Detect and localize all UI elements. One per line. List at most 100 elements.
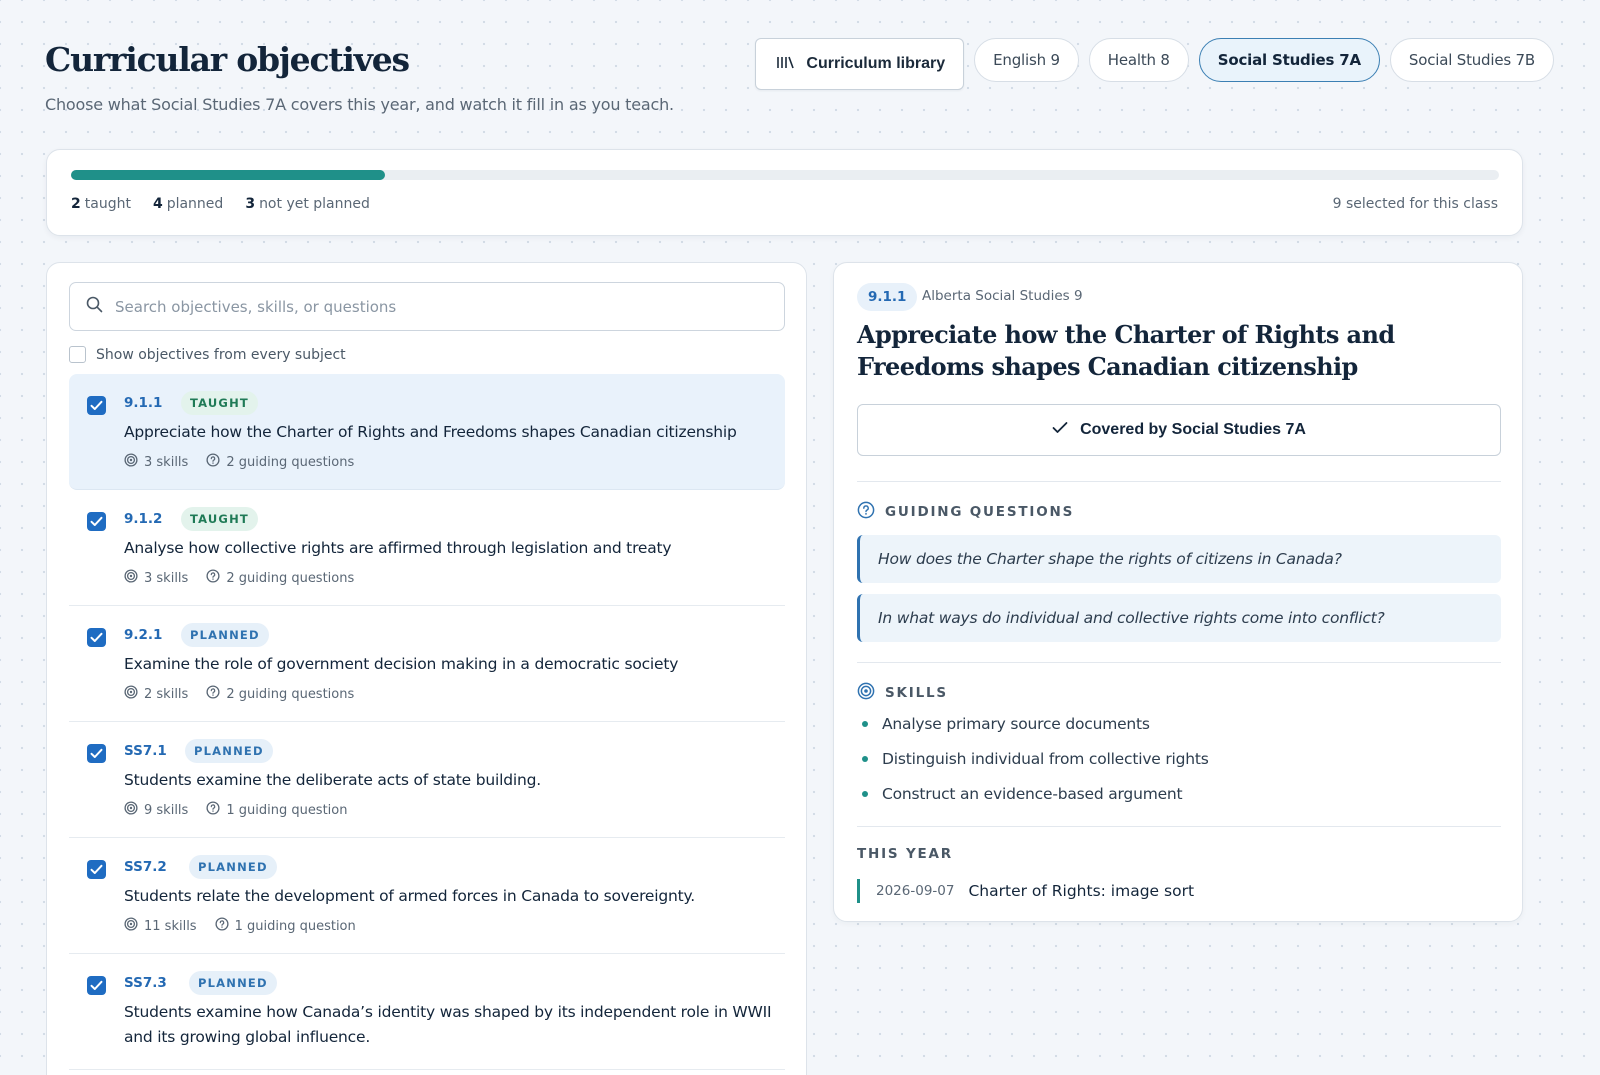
curriculum-library-button[interactable]: Curriculum library	[755, 38, 965, 90]
skill-item: Analyse primary source documents	[857, 715, 1150, 733]
objective-row[interactable]: SS7.2 PLANNED Students relate the developm…	[69, 838, 785, 954]
questions-count: 2 guiding questions	[206, 453, 354, 471]
check-icon	[1052, 421, 1068, 439]
question-circle-icon	[206, 685, 220, 703]
target-icon	[124, 685, 138, 703]
objective-code: 9.1.1	[124, 395, 163, 411]
search-input[interactable]	[115, 297, 755, 316]
objective-code: 9.1.2	[124, 511, 163, 527]
unplanned-stat: 3 not yet planned	[245, 196, 370, 212]
detail-code-badge: 9.1.1	[857, 283, 918, 311]
show-all-checkbox[interactable]	[69, 346, 86, 363]
skills-count: 3 skills	[124, 569, 188, 587]
page-subtitle: Choose what Social Studies 7A covers thi…	[45, 95, 674, 114]
objective-meta: 9 skills 1 guiding question	[124, 801, 348, 819]
year-entry-date: 2026-09-07	[876, 883, 955, 899]
bullet-dot	[862, 791, 868, 797]
target-icon	[124, 801, 138, 819]
objective-meta: 11 skills 1 guiding question	[124, 917, 356, 935]
search-icon	[86, 296, 103, 317]
objective-list-panel: Show objectives from every subject 9.1.1…	[46, 262, 807, 1075]
guiding-question: In what ways do individual and collectiv…	[857, 594, 1501, 642]
objective-checkbox[interactable]	[87, 860, 106, 879]
selected-count: 9 selected for this class	[1332, 196, 1498, 212]
year-entry-title: Charter of Rights: image sort	[968, 882, 1195, 900]
question-circle-icon	[206, 569, 220, 587]
objective-row[interactable]: 9.1.2 TAUGHT Analyse how collective rights…	[69, 490, 785, 606]
taught-stat: 2 taught	[71, 196, 131, 212]
objective-checkbox[interactable]	[87, 744, 106, 763]
skill-item: Distinguish individual from collective r…	[857, 750, 1209, 768]
divider	[857, 481, 1501, 482]
questions-count: 2 guiding questions	[206, 685, 354, 703]
detail-title: Appreciate how the Charter of Rights and…	[857, 320, 1395, 381]
progress-track	[71, 170, 1499, 180]
status-badge: PLANNED	[185, 739, 273, 763]
objective-checkbox[interactable]	[87, 396, 106, 415]
target-icon	[124, 453, 138, 471]
show-all-subjects-toggle[interactable]: Show objectives from every subject	[69, 346, 346, 363]
library-icon	[776, 54, 795, 75]
questions-count: 1 guiding question	[215, 917, 356, 935]
question-circle-icon	[215, 917, 229, 935]
skill-item: Construct an evidence-based argument	[857, 785, 1183, 803]
skills-count: 11 skills	[124, 917, 197, 935]
objective-meta: 3 skills 2 guiding questions	[124, 453, 354, 471]
objective-text: Students examine how Canada’s identity w…	[124, 1003, 772, 1046]
progress-fill	[71, 170, 386, 180]
objective-text: Analyse how collective rights are affirm…	[124, 539, 672, 557]
objective-detail-panel: 9.1.1 Alberta Social Studies 9 Appreciat…	[833, 262, 1523, 922]
class-tabs: Curriculum library English 9 Health 8 So…	[755, 38, 1554, 90]
tab-health-8[interactable]: Health 8	[1088, 38, 1189, 82]
status-badge: PLANNED	[181, 623, 269, 647]
objective-meta: 3 skills 2 guiding questions	[124, 569, 354, 587]
year-entry[interactable]: 2026-09-07 Charter of Rights: image sort	[857, 879, 1194, 903]
covered-by-button[interactable]: Covered by Social Studies 7A	[857, 404, 1501, 456]
question-circle-icon	[206, 801, 220, 819]
question-circle-icon	[857, 501, 875, 523]
objective-code: SS7.2	[124, 859, 167, 875]
search-box	[69, 282, 785, 331]
bullet-dot	[862, 721, 868, 727]
target-icon	[124, 917, 138, 935]
objective-row[interactable]: 9.2.1 PLANNED Examine the role of governme…	[69, 606, 785, 722]
objective-row[interactable]: 9.1.1 TAUGHT Appreciate how the Charter of…	[69, 374, 785, 490]
objective-text: Appreciate how the Charter of Rights and…	[124, 423, 737, 441]
objective-row[interactable]: SS7.1 PLANNED Students examine the deliber…	[69, 722, 785, 838]
objective-code: SS7.3	[124, 975, 167, 991]
guiding-questions-heading: GUIDING QUESTIONS	[857, 501, 1074, 523]
status-badge: PLANNED	[189, 971, 277, 995]
objective-checkbox[interactable]	[87, 628, 106, 647]
target-icon	[124, 569, 138, 587]
tab-social-studies-7b[interactable]: Social Studies 7B	[1389, 38, 1554, 82]
curriculum-library-label: Curriculum library	[806, 55, 946, 72]
objective-list: 9.1.1 TAUGHT Appreciate how the Charter of…	[69, 374, 785, 1070]
status-badge: TAUGHT	[181, 507, 258, 531]
question-circle-icon	[206, 453, 220, 471]
bullet-dot	[862, 756, 868, 762]
objective-meta: 2 skills 2 guiding questions	[124, 685, 354, 703]
show-all-label: Show objectives from every subject	[96, 346, 346, 363]
objective-code: SS7.1	[124, 743, 167, 759]
divider	[857, 662, 1501, 663]
target-icon	[857, 682, 875, 704]
objective-checkbox[interactable]	[87, 976, 106, 995]
objective-text: Examine the role of government decision …	[124, 655, 679, 673]
skills-count: 2 skills	[124, 685, 188, 703]
detail-source: Alberta Social Studies 9	[922, 288, 1083, 304]
progress-card: 2 taught 4 planned 3 not yet planned 9 sele…	[46, 149, 1523, 236]
skills-heading: SKILLS	[857, 682, 948, 704]
status-badge: PLANNED	[189, 855, 277, 879]
progress-stats: 2 taught 4 planned 3 not yet planned	[71, 196, 370, 212]
skills-count: 9 skills	[124, 801, 188, 819]
objective-checkbox[interactable]	[87, 512, 106, 531]
objective-text: Students examine the deliberate acts of …	[124, 771, 541, 789]
covered-by-label: Covered by Social Studies 7A	[1080, 421, 1306, 438]
divider	[857, 826, 1501, 827]
objective-row[interactable]: SS7.3 PLANNED Students examine how Canada’…	[69, 954, 785, 1070]
tab-english-9[interactable]: English 9	[974, 38, 1079, 82]
tab-social-studies-7a[interactable]: Social Studies 7A	[1198, 38, 1380, 82]
objective-code: 9.2.1	[124, 627, 163, 643]
status-badge: TAUGHT	[181, 391, 258, 415]
questions-count: 2 guiding questions	[206, 569, 354, 587]
